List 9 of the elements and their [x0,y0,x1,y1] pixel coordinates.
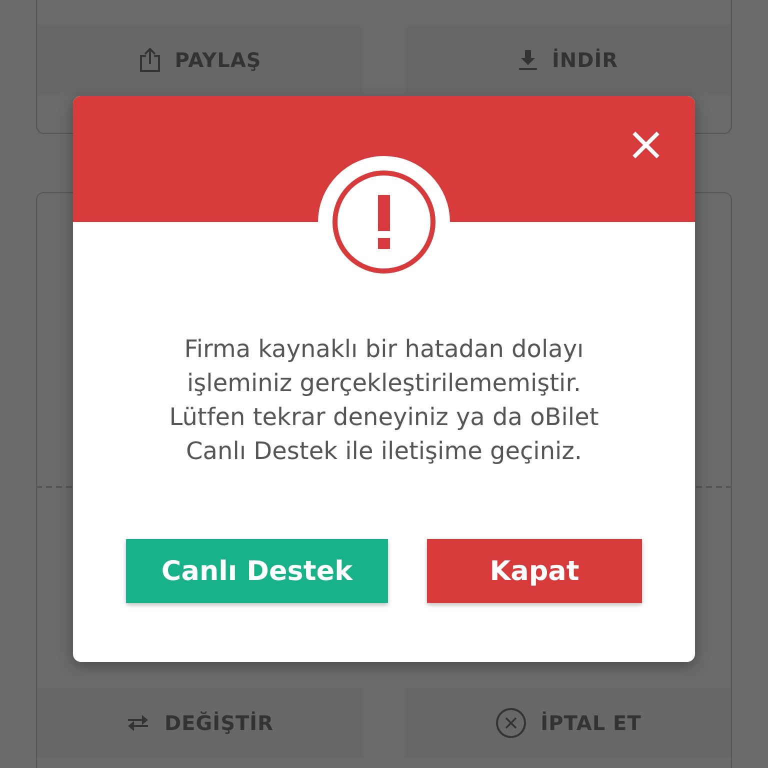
swap-arrows-icon [126,712,150,734]
error-message: Firma kaynaklı bir hatadan dolayı işleminiz gerçekleştirilememiştir. Lütfen tekrar deneyiniz ya da oBilet Canlı Destek ile iletişime geçiniz. [168,334,600,467]
share-icon [138,47,161,73]
close-button[interactable]: Kapat [427,539,642,603]
support-button[interactable]: Canlı Destek [126,539,388,603]
download-icon [518,49,538,71]
close-icon[interactable] [631,130,661,160]
cancel-circle-icon [494,707,527,739]
warning-icon [331,169,437,275]
